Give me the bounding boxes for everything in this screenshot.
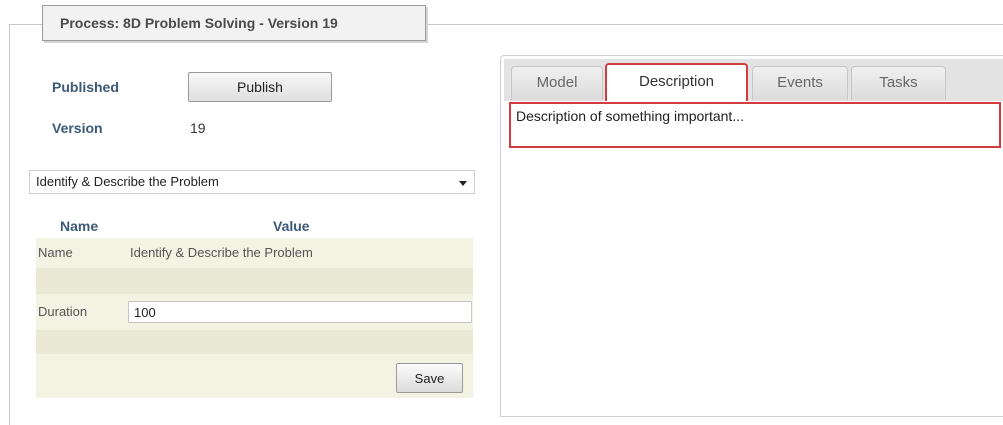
row-label-duration: Duration <box>38 304 88 319</box>
tab-events[interactable]: Events <box>752 66 848 100</box>
duration-input[interactable] <box>128 301 472 323</box>
version-value: 19 <box>190 120 206 136</box>
table-row: Name Identify & Describe the Problem <box>36 238 473 268</box>
process-title: Process: 8D Problem Solving - Version 19 <box>42 5 426 41</box>
tab-model[interactable]: Model <box>511 66 603 100</box>
step-select-value: Identify & Describe the Problem <box>36 174 219 189</box>
row-label-name: Name <box>38 245 73 260</box>
publish-button[interactable]: Publish <box>188 72 332 102</box>
description-textarea[interactable]: Description of something important... <box>509 102 1001 148</box>
table-row-spacer <box>36 330 473 354</box>
version-label: Version <box>52 120 103 136</box>
dropdown-arrow-icon[interactable] <box>459 181 467 186</box>
tab-description[interactable]: Description <box>605 63 748 101</box>
column-header-name: Name <box>60 218 99 234</box>
row-value-name: Identify & Describe the Problem <box>130 245 313 260</box>
table-row-spacer <box>36 268 473 294</box>
published-label: Published <box>52 79 119 95</box>
save-button[interactable]: Save <box>396 363 463 393</box>
step-select[interactable]: Identify & Describe the Problem <box>29 170 475 194</box>
column-header-value: Value <box>273 218 310 234</box>
tab-tasks[interactable]: Tasks <box>851 66 946 100</box>
